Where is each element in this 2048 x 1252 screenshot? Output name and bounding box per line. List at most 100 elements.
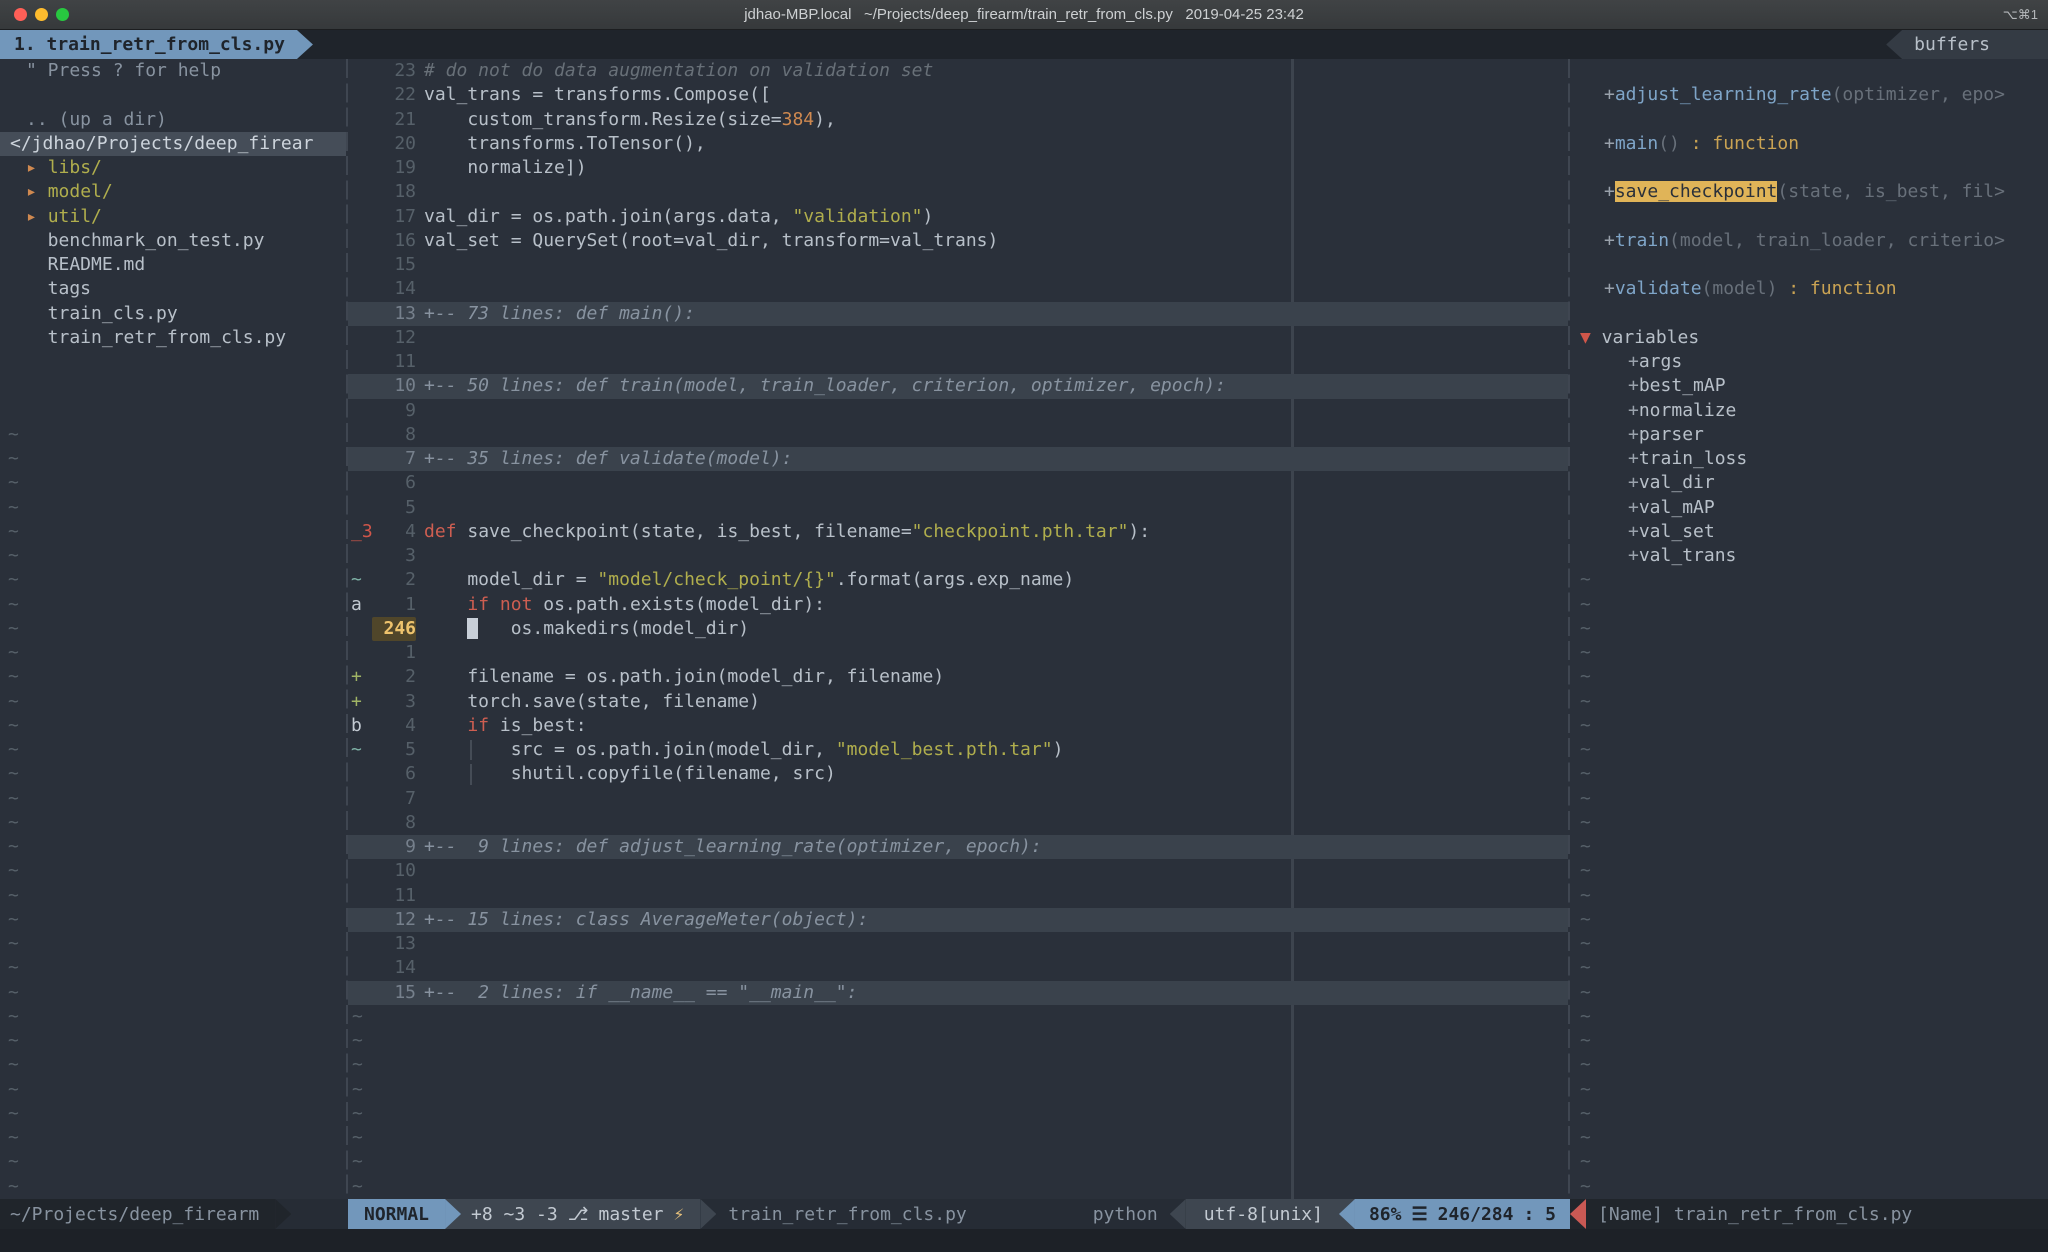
editor-fold-line[interactable]: 12+-- 15 lines: class AverageMeter(objec…: [348, 908, 1568, 932]
tree-root[interactable]: </jdhao/Projects/deep_firear: [0, 132, 346, 156]
tag-function-main[interactable]: +main() : function: [1570, 132, 2048, 156]
editor-line[interactable]: 10: [348, 859, 1568, 883]
position-segment: 86% ☰ 246/284 : 5: [1355, 1199, 1570, 1229]
tag-variable-train-loss[interactable]: +train_loss: [1570, 447, 2048, 471]
tag-function-train[interactable]: +train(model, train_loader, criterio>: [1570, 229, 2048, 253]
tag-variable-val-set[interactable]: +val_set: [1570, 520, 2048, 544]
tree-empty-line: ~: [0, 496, 346, 520]
tag-variable-val-trans[interactable]: +val_trans: [1570, 544, 2048, 568]
mode-label: NORMAL: [364, 1204, 429, 1225]
editor-fold-line[interactable]: 15+-- 2 lines: if __name__ == "__main__"…: [348, 981, 1568, 1005]
line-number: 11: [372, 350, 416, 374]
editor-line[interactable]: 8: [348, 423, 1568, 447]
line-number: 22: [372, 83, 416, 107]
editor-line[interactable]: 19 normalize]): [348, 156, 1568, 180]
tagbar-section-variables[interactable]: ▼ variables: [1570, 326, 2048, 350]
minimize-button[interactable]: [35, 8, 48, 21]
tab-arrow-icon: [297, 30, 313, 59]
tag-variable-val-dir[interactable]: +val_dir: [1570, 471, 2048, 495]
editor-line[interactable]: 11: [348, 884, 1568, 908]
close-button[interactable]: [14, 8, 27, 21]
editor-line[interactable]: ~5 src = os.path.join(model_dir, "model_…: [348, 738, 1568, 762]
status-bar: ~/Projects/deep_firearm NORMAL +8 ~3 -3 …: [0, 1199, 2048, 1229]
editor-line[interactable]: 6 shutil.copyfile(filename, src): [348, 762, 1568, 786]
line-number: 21: [372, 108, 416, 132]
editor-line[interactable]: +3 torch.save(state, filename): [348, 690, 1568, 714]
editor-line[interactable]: 18: [348, 180, 1568, 204]
editor-empty-line: ~: [348, 1029, 1568, 1053]
editor-line[interactable]: ~2 model_dir = "model/check_point/{}".fo…: [348, 568, 1568, 592]
editor-line[interactable]: 23# do not do data augmentation on valid…: [348, 59, 1568, 83]
tree-folder-model[interactable]: ▸ model/: [0, 180, 346, 204]
tree-file-benchmark[interactable]: benchmark_on_test.py: [0, 229, 346, 253]
tabline-fill: [313, 30, 1886, 59]
tag-variable-parser[interactable]: +parser: [1570, 423, 2048, 447]
lightning-icon: ⚡: [674, 1204, 685, 1225]
tab-train-retr-from-cls[interactable]: 1. train_retr_from_cls.py: [0, 30, 297, 59]
tree-file-train-cls[interactable]: train_cls.py: [0, 302, 346, 326]
tree-empty-line: ~: [0, 690, 346, 714]
line-number: 7: [372, 787, 416, 811]
tree-file-train-retr[interactable]: train_retr_from_cls.py: [0, 326, 346, 350]
tree-up-dir[interactable]: .. (up a dir): [0, 108, 346, 132]
editor-line[interactable]: 246 os.makedirs(model_dir): [348, 617, 1568, 641]
editor-fold-line[interactable]: 7+-- 35 lines: def validate(model):: [348, 447, 1568, 471]
editor-fold-line[interactable]: 13+-- 73 lines: def main():: [348, 302, 1568, 326]
tag-variable-args[interactable]: +args: [1570, 350, 2048, 374]
tree-empty-line: ~: [0, 665, 346, 689]
tree-file-readme[interactable]: README.md: [0, 253, 346, 277]
tag-function-validate[interactable]: +validate(model) : function: [1570, 277, 2048, 301]
tree-file-tags[interactable]: tags: [0, 277, 346, 301]
editor-line[interactable]: 13: [348, 932, 1568, 956]
editor-empty-line: ~: [348, 1126, 1568, 1150]
editor-line[interactable]: 6: [348, 471, 1568, 495]
tag-variable-best-mAP[interactable]: +best_mAP: [1570, 374, 2048, 398]
editor-line[interactable]: _34def save_checkpoint(state, is_best, f…: [348, 520, 1568, 544]
editor-line[interactable]: 15: [348, 253, 1568, 277]
line-number: 15: [372, 253, 416, 277]
tagbar-empty-line: ~: [1570, 665, 2048, 689]
zoom-button[interactable]: [56, 8, 69, 21]
tagbar-blank: [1570, 253, 2048, 277]
editor-line[interactable]: b4 if is_best:: [348, 714, 1568, 738]
editor-line[interactable]: 12: [348, 326, 1568, 350]
line-number: 9: [372, 835, 416, 859]
tag-variable-normalize[interactable]: +normalize: [1570, 399, 2048, 423]
window-title: jdhao-MBP.local ~/Projects/deep_firearm/…: [0, 6, 2048, 23]
tagbar-empty-line: ~: [1570, 1029, 2048, 1053]
tag-function-adjust-learning-rate[interactable]: +adjust_learning_rate(optimizer, epo>: [1570, 83, 2048, 107]
line-number: 9: [372, 399, 416, 423]
line-number: 17: [372, 205, 416, 229]
editor-line[interactable]: 16val_set = QuerySet(root=val_dir, trans…: [348, 229, 1568, 253]
editor-line[interactable]: 11: [348, 350, 1568, 374]
editor-line[interactable]: 3: [348, 544, 1568, 568]
tagbar-empty-line: ~: [1570, 1078, 2048, 1102]
red-arrow-icon: [1570, 1199, 1586, 1229]
editor-line[interactable]: a1 if not os.path.exists(model_dir):: [348, 593, 1568, 617]
editor-empty-line: ~: [348, 1175, 1568, 1199]
tag-variable-val-mAP[interactable]: +val_mAP: [1570, 496, 2048, 520]
editor-line[interactable]: 7: [348, 787, 1568, 811]
tree-folder-libs[interactable]: ▸ libs/: [0, 156, 346, 180]
editor-line[interactable]: 22val_trans = transforms.Compose([: [348, 83, 1568, 107]
editor-line[interactable]: 8: [348, 811, 1568, 835]
editor-line[interactable]: 21 custom_transform.Resize(size=384),: [348, 108, 1568, 132]
tree-folder-util[interactable]: ▸ util/: [0, 205, 346, 229]
buffers-label[interactable]: buffers: [1902, 30, 2048, 59]
editor-line[interactable]: 20 transforms.ToTensor(),: [348, 132, 1568, 156]
editor-line[interactable]: 1: [348, 641, 1568, 665]
editor-line[interactable]: 9: [348, 399, 1568, 423]
tagbar-empty-line: ~: [1570, 1175, 2048, 1199]
tree-empty-line: ~: [0, 1053, 346, 1077]
editor-fold-line[interactable]: 9+-- 9 lines: def adjust_learning_rate(o…: [348, 835, 1568, 859]
editor-line[interactable]: 14: [348, 277, 1568, 301]
editor-line[interactable]: 14: [348, 956, 1568, 980]
tag-function-save-checkpoint[interactable]: +save_checkpoint(state, is_best, fil>: [1570, 180, 2048, 204]
mode-indicator: NORMAL: [348, 1199, 445, 1229]
line-number: 12: [372, 326, 416, 350]
editor-line[interactable]: +2 filename = os.path.join(model_dir, fi…: [348, 665, 1568, 689]
line-number: 8: [372, 423, 416, 447]
editor-fold-line[interactable]: 10+-- 50 lines: def train(model, train_l…: [348, 374, 1568, 398]
editor-line[interactable]: 17val_dir = os.path.join(args.data, "val…: [348, 205, 1568, 229]
editor-line[interactable]: 5: [348, 496, 1568, 520]
